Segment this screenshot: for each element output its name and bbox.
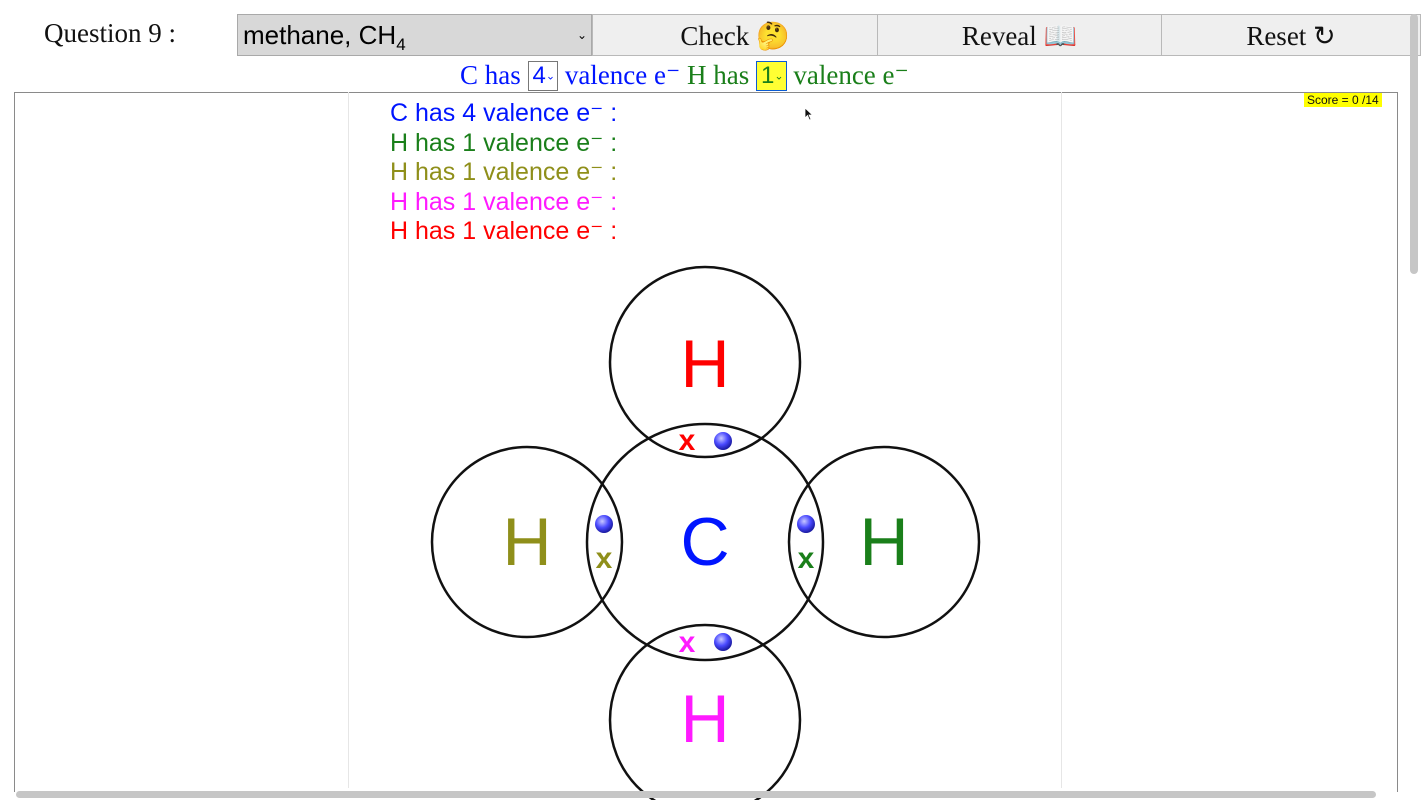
electron-x-bottom[interactable]: x (679, 626, 696, 659)
atom-h-left: H (502, 504, 551, 580)
mouse-pointer-icon (804, 107, 814, 121)
horizontal-scrollbar[interactable] (16, 791, 1376, 798)
electron-dot-left[interactable] (595, 515, 613, 533)
atom-h-bottom: H (680, 681, 729, 757)
electron-dot-right[interactable] (797, 515, 815, 533)
electron-dot-top[interactable] (714, 432, 732, 450)
lewis-diagram: C H H H H x x x x (430, 265, 981, 800)
electron-x-right[interactable]: x (798, 542, 815, 575)
vertical-scrollbar[interactable] (1410, 14, 1418, 274)
atom-c-center: C (680, 504, 729, 580)
atom-h-top: H (680, 326, 729, 402)
electron-dot-bottom[interactable] (714, 633, 732, 651)
electron-x-left[interactable]: x (596, 542, 613, 575)
atom-h-right: H (859, 504, 908, 580)
electron-x-top[interactable]: x (679, 424, 696, 457)
